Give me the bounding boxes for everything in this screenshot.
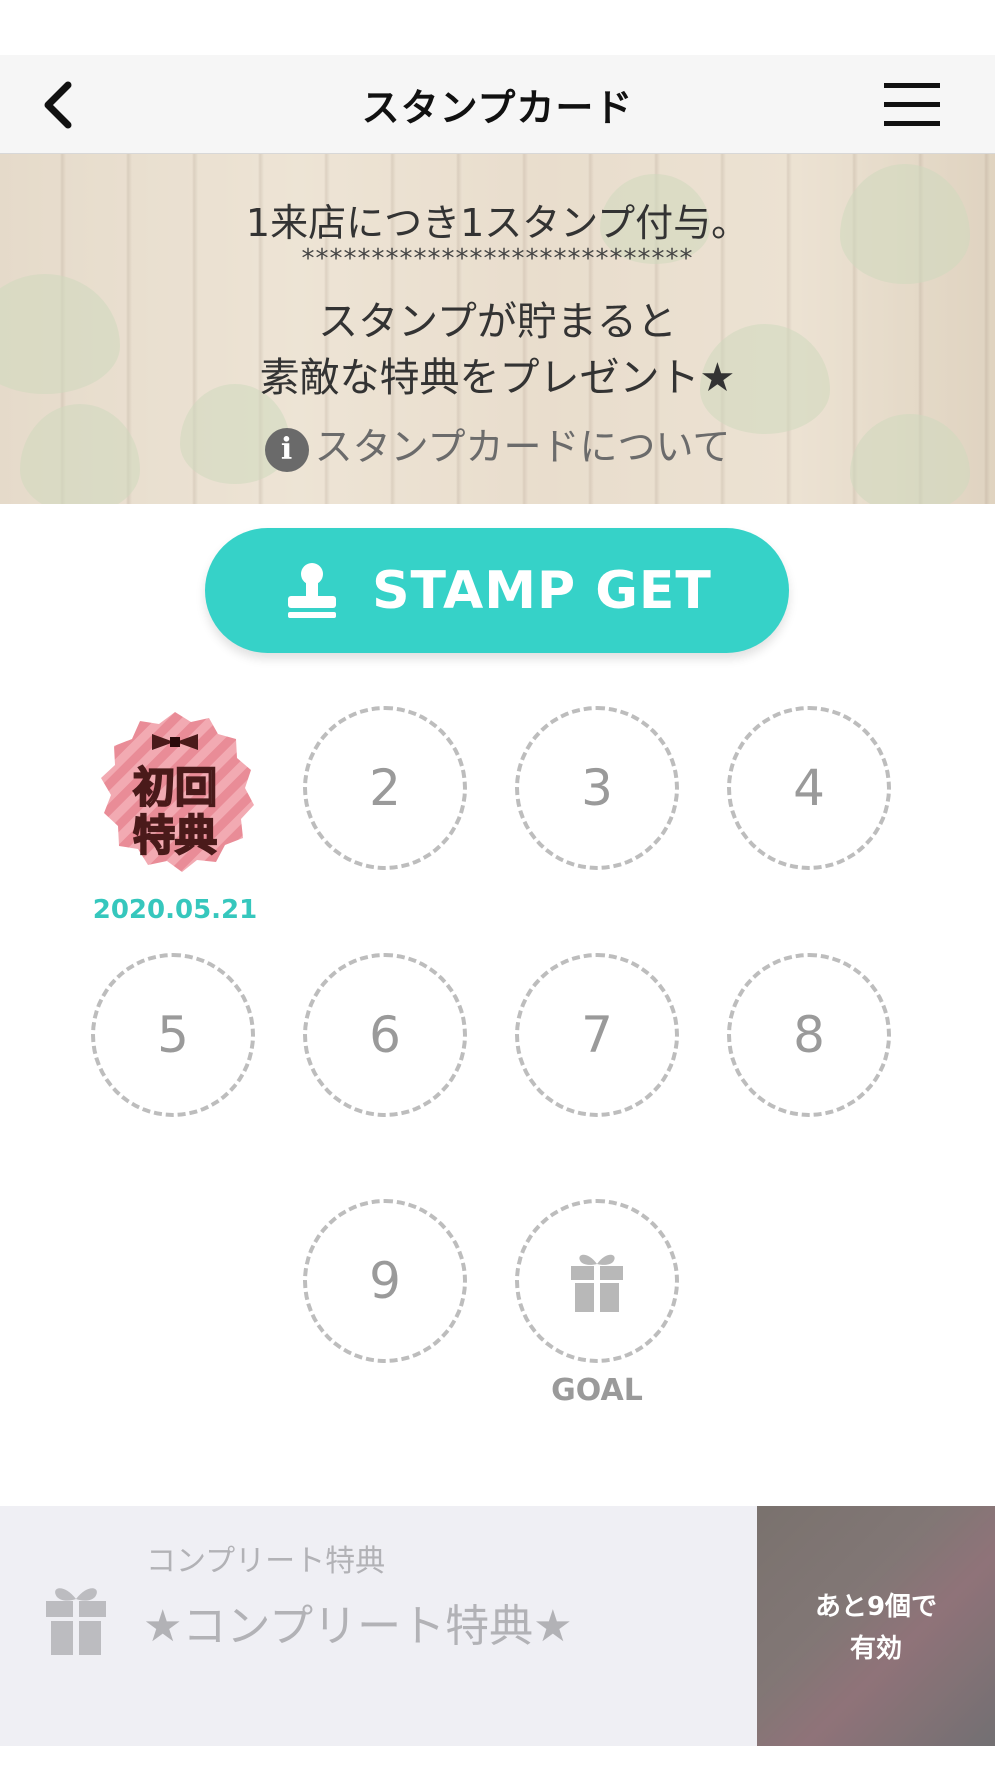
- stamp-slot-1-filled: 初回 特典: [90, 708, 260, 878]
- goal-label: GOAL: [551, 1373, 643, 1408]
- stamp-slot-8: 8: [727, 953, 891, 1117]
- about-stamp-card-label: スタンプカードについて: [314, 425, 731, 469]
- gift-icon: [46, 1588, 106, 1655]
- complete-reward-title: ★コンプリート特典★: [143, 1601, 573, 1652]
- badge-line1: 初回: [133, 763, 217, 812]
- badge-line2: 特典: [133, 811, 217, 860]
- reward-status-tile[interactable]: あと9個で 有効: [757, 1506, 995, 1746]
- stamp-slot-2: 2: [303, 706, 467, 870]
- info-icon: i: [264, 427, 309, 472]
- complete-reward-caption: コンプリート特典: [146, 1544, 386, 1579]
- reward-remaining-line1: あと9個で: [814, 1592, 938, 1622]
- page-title: スタンプカード: [361, 86, 634, 130]
- stamp-slot-6: 6: [303, 953, 467, 1117]
- gift-icon: [571, 1254, 623, 1312]
- stamp-slot-goal: [515, 1199, 679, 1363]
- info-banner: 1来店につき1スタンプ付与。 *************************…: [0, 154, 995, 504]
- complete-reward-bar[interactable]: コンプリート特典 ★コンプリート特典★ あと9個で 有効: [0, 1506, 995, 1746]
- banner-benefit-line2: 素敵な特典をプレゼント★: [259, 355, 736, 401]
- banner-benefit-line1: スタンプが貯まると: [318, 299, 677, 345]
- banner-separator: ****************************: [301, 244, 694, 274]
- first-visit-badge: 初回 特典: [101, 712, 254, 872]
- stamp-slot-9: 9: [303, 1199, 467, 1363]
- about-stamp-card-link[interactable]: i スタンプカードについて: [0, 416, 995, 472]
- hamburger-menu-icon: [884, 83, 940, 126]
- banner-rule-text: 1来店につき1スタンプ付与。: [245, 201, 750, 245]
- stamp-icon: [288, 562, 337, 618]
- stamp-date: 2020.05.21: [92, 895, 258, 925]
- banner-benefit-text: スタンプが貯まると 素敵な特典をプレゼント★: [0, 294, 995, 406]
- reward-remaining-line2: 有効: [849, 1634, 902, 1664]
- reward-remaining-text: あと9個で 有効: [757, 1586, 995, 1670]
- stamp-get-button[interactable]: STAMP GET: [205, 528, 789, 653]
- stamp-slot-7: 7: [515, 953, 679, 1117]
- app-header: スタンプカード: [0, 55, 995, 154]
- stamp-slot-3: 3: [515, 706, 679, 870]
- stamp-slot-5: 5: [91, 953, 255, 1117]
- menu-button[interactable]: [880, 77, 946, 133]
- stamp-slot-4: 4: [727, 706, 891, 870]
- stamp-get-label: STAMP GET: [372, 560, 712, 621]
